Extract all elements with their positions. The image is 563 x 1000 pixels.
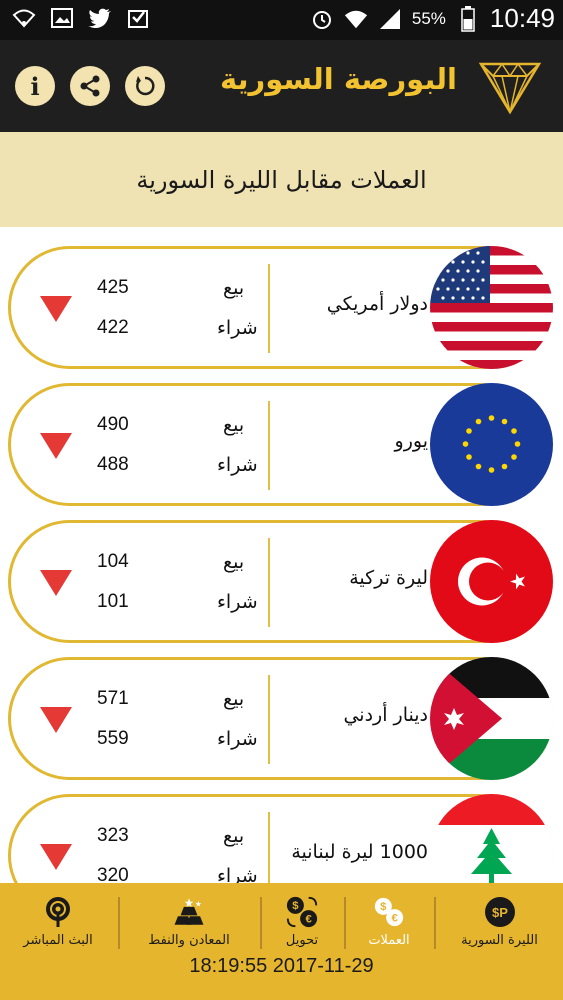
bottom-nav: البث المباشر المعادن والنفط $ € تحويل $ … <box>0 883 563 1000</box>
nav-label: العملات <box>368 933 410 948</box>
sell-value: 571 <box>97 688 129 709</box>
svg-text:€: € <box>392 912 399 924</box>
currency-list[interactable]: دولار أمريكي بيع شراء 425 422 يورو بيع ش… <box>0 227 563 883</box>
currency-row-eur[interactable]: يورو بيع شراء 490 488 <box>8 383 553 506</box>
nav-currencies[interactable]: $ € العملات <box>346 883 432 957</box>
sell-value: 323 <box>97 825 129 846</box>
row-divider <box>268 264 270 353</box>
svg-text:$: $ <box>292 900 299 912</box>
twitter-icon <box>88 6 112 30</box>
nav-convert[interactable]: $ € تحويل <box>262 883 342 957</box>
buy-value: 559 <box>97 728 129 749</box>
battery-percent: 55% <box>411 8 446 28</box>
currency-name: 1000 ليرة لبنانية <box>291 841 428 863</box>
jordan-flag-icon <box>430 657 553 780</box>
status-bar: 55% 10:49 <box>0 0 563 40</box>
nav-label: تحويل <box>285 933 319 948</box>
refresh-icon <box>136 76 155 96</box>
alarm-icon <box>310 7 334 31</box>
section-header: العملات مقابل الليرة السورية <box>0 132 563 227</box>
sell-value: 104 <box>97 551 129 572</box>
currency-name: دولار أمريكي <box>326 293 428 315</box>
syrian-pound-icon: $P <box>483 895 517 929</box>
svg-text:€: € <box>305 913 312 925</box>
buy-label: شراء <box>217 865 258 883</box>
nav-label: البث المباشر <box>23 933 93 948</box>
live-broadcast-icon <box>41 895 75 929</box>
convert-icon: $ € <box>285 895 319 929</box>
currency-name: يورو <box>394 430 428 452</box>
row-divider <box>268 401 270 490</box>
refresh-button[interactable] <box>125 66 165 106</box>
buy-label: شراء <box>217 728 258 750</box>
currency-row-usd[interactable]: دولار أمريكي بيع شراء 425 422 <box>8 246 553 369</box>
buy-label: شراء <box>217 317 258 339</box>
update-timestamp: 18:19:55 2017-11-29 <box>189 955 374 977</box>
sell-label: بيع <box>223 688 245 710</box>
share-icon <box>80 75 100 97</box>
turkey-flag-icon <box>430 520 553 643</box>
buy-label: شراء <box>217 591 258 613</box>
us-flag-icon <box>430 246 553 369</box>
nav-live-broadcast[interactable]: البث المباشر <box>0 883 116 957</box>
buy-value: 101 <box>97 591 129 612</box>
sell-label: بيع <box>223 551 245 573</box>
app-title: البورصة السورية <box>220 62 457 96</box>
sell-label: بيع <box>223 414 245 436</box>
currency-row-lbp[interactable]: 1000 ليرة لبنانية بيع شراء 323 320 <box>8 794 553 883</box>
download-icon <box>126 6 150 30</box>
lebanon-flag-icon <box>430 794 553 883</box>
app-logo-diamond-icon <box>478 62 542 115</box>
nav-label: الليرة السورية <box>461 933 538 948</box>
battery-icon <box>456 5 480 32</box>
buy-label: شراء <box>217 454 258 476</box>
nav-metals-oil[interactable]: المعادن والنفط <box>120 883 258 957</box>
info-button[interactable]: i <box>15 66 55 106</box>
section-title: العملات مقابل الليرة السورية <box>136 165 427 194</box>
currencies-icon: $ € <box>372 895 406 929</box>
nav-label: المعادن والنفط <box>148 933 230 948</box>
svg-text:$P: $P <box>492 905 508 920</box>
clock: 10:49 <box>489 3 555 33</box>
trend-down-icon <box>40 296 72 322</box>
sell-value: 425 <box>97 277 129 298</box>
trend-down-icon <box>40 433 72 459</box>
currency-name: ليرة تركية <box>349 567 428 589</box>
trend-down-icon <box>40 570 72 596</box>
gold-bars-icon <box>172 895 206 929</box>
currency-row-jod[interactable]: دينار أردني بيع شراء 571 559 <box>8 657 553 780</box>
currency-name: دينار أردني <box>343 704 428 726</box>
cell-signal-icon <box>378 7 402 31</box>
info-icon: i <box>30 71 40 101</box>
trend-down-icon <box>40 844 72 870</box>
sell-label: بيع <box>223 825 245 847</box>
currency-row-try[interactable]: ليرة تركية بيع شراء 104 101 <box>8 520 553 643</box>
row-divider <box>268 812 270 883</box>
eu-flag-icon <box>430 383 553 506</box>
share-button[interactable] <box>70 66 110 106</box>
svg-text:$: $ <box>380 901 387 913</box>
gallery-icon <box>50 6 74 30</box>
sell-value: 490 <box>97 414 129 435</box>
buy-value: 422 <box>97 317 129 338</box>
sell-label: بيع <box>223 277 245 299</box>
app-bar: i البورصة السورية <box>0 40 563 132</box>
buy-value: 488 <box>97 454 129 475</box>
nav-syrian-pound[interactable]: $P الليرة السورية <box>436 883 563 957</box>
wifi-signal-icon <box>12 6 36 30</box>
row-divider <box>268 538 270 627</box>
wifi-icon <box>344 7 368 31</box>
buy-value: 320 <box>97 865 129 883</box>
row-divider <box>268 675 270 764</box>
trend-down-icon <box>40 707 72 733</box>
